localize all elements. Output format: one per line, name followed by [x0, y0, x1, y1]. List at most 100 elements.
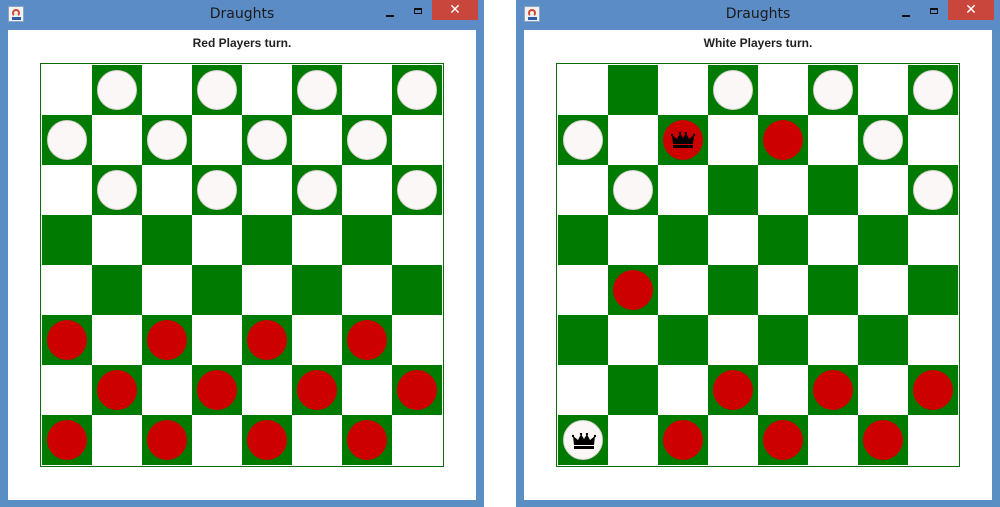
white-piece[interactable] — [97, 70, 137, 110]
board-square[interactable] — [392, 265, 442, 315]
board-square[interactable] — [42, 215, 92, 265]
board-square[interactable] — [242, 165, 292, 215]
white-piece[interactable] — [863, 120, 903, 160]
red-king-piece[interactable] — [663, 120, 703, 160]
title-bar[interactable]: Draughts ✕ — [0, 0, 484, 30]
white-piece[interactable] — [147, 120, 187, 160]
board-square[interactable] — [858, 215, 908, 265]
board-square[interactable] — [142, 415, 192, 465]
board-square[interactable] — [42, 265, 92, 315]
board-square[interactable] — [908, 215, 958, 265]
red-piece[interactable] — [763, 120, 803, 160]
board-square[interactable] — [192, 215, 242, 265]
board-square[interactable] — [558, 315, 608, 365]
red-piece[interactable] — [297, 370, 337, 410]
board-square[interactable] — [708, 65, 758, 115]
board-square[interactable] — [758, 365, 808, 415]
board-square[interactable] — [242, 265, 292, 315]
board-square[interactable] — [758, 265, 808, 315]
white-piece[interactable] — [913, 170, 953, 210]
board-square[interactable] — [342, 165, 392, 215]
board-square[interactable] — [708, 165, 758, 215]
board-square[interactable] — [608, 265, 658, 315]
board-square[interactable] — [808, 65, 858, 115]
board-square[interactable] — [558, 215, 608, 265]
board-square[interactable] — [142, 115, 192, 165]
board-square[interactable] — [192, 415, 242, 465]
red-piece[interactable] — [863, 420, 903, 460]
board-square[interactable] — [192, 165, 242, 215]
board-square[interactable] — [858, 365, 908, 415]
white-king-piece[interactable] — [563, 420, 603, 460]
board-square[interactable] — [292, 315, 342, 365]
red-piece[interactable] — [763, 420, 803, 460]
red-piece[interactable] — [347, 420, 387, 460]
board-square[interactable] — [142, 65, 192, 115]
white-piece[interactable] — [347, 120, 387, 160]
board-square[interactable] — [758, 165, 808, 215]
minimize-icon[interactable] — [894, 5, 918, 23]
minimize-icon[interactable] — [378, 5, 402, 23]
board-square[interactable] — [342, 315, 392, 365]
white-piece[interactable] — [247, 120, 287, 160]
white-piece[interactable] — [197, 170, 237, 210]
maximize-icon[interactable] — [406, 5, 430, 23]
board-square[interactable] — [42, 65, 92, 115]
board-square[interactable] — [242, 215, 292, 265]
board-square[interactable] — [342, 115, 392, 165]
board-square[interactable] — [342, 365, 392, 415]
board-square[interactable] — [192, 65, 242, 115]
board-square[interactable] — [392, 415, 442, 465]
white-piece[interactable] — [297, 70, 337, 110]
board-square[interactable] — [908, 65, 958, 115]
board-square[interactable] — [658, 65, 708, 115]
board-square[interactable] — [92, 115, 142, 165]
board-square[interactable] — [92, 165, 142, 215]
board-square[interactable] — [608, 65, 658, 115]
red-piece[interactable] — [97, 370, 137, 410]
white-piece[interactable] — [563, 120, 603, 160]
board-square[interactable] — [808, 365, 858, 415]
board-square[interactable] — [808, 415, 858, 465]
board-square[interactable] — [608, 115, 658, 165]
board-square[interactable] — [192, 115, 242, 165]
board-square[interactable] — [708, 265, 758, 315]
red-piece[interactable] — [663, 420, 703, 460]
board-square[interactable] — [658, 115, 708, 165]
board-square[interactable] — [92, 365, 142, 415]
board-square[interactable] — [908, 415, 958, 465]
board-square[interactable] — [658, 215, 708, 265]
board-square[interactable] — [292, 165, 342, 215]
board-square[interactable] — [808, 115, 858, 165]
board-square[interactable] — [392, 65, 442, 115]
board-square[interactable] — [808, 265, 858, 315]
red-piece[interactable] — [247, 420, 287, 460]
board-square[interactable] — [908, 315, 958, 365]
board-square[interactable] — [192, 365, 242, 415]
board-square[interactable] — [908, 115, 958, 165]
close-icon[interactable]: ✕ — [948, 0, 994, 20]
close-icon[interactable]: ✕ — [432, 0, 478, 20]
board-square[interactable] — [608, 365, 658, 415]
white-piece[interactable] — [47, 120, 87, 160]
board-square[interactable] — [558, 365, 608, 415]
board-square[interactable] — [558, 265, 608, 315]
board-square[interactable] — [808, 215, 858, 265]
white-piece[interactable] — [297, 170, 337, 210]
white-piece[interactable] — [813, 70, 853, 110]
board-square[interactable] — [608, 215, 658, 265]
board-square[interactable] — [42, 365, 92, 415]
red-piece[interactable] — [247, 320, 287, 360]
title-bar[interactable]: Draughts ✕ — [516, 0, 1000, 30]
board-square[interactable] — [42, 415, 92, 465]
maximize-icon[interactable] — [922, 5, 946, 23]
board-square[interactable] — [658, 365, 708, 415]
board-square[interactable] — [392, 365, 442, 415]
red-piece[interactable] — [397, 370, 437, 410]
board-square[interactable] — [92, 415, 142, 465]
board-square[interactable] — [92, 315, 142, 365]
board-square[interactable] — [858, 315, 908, 365]
white-piece[interactable] — [713, 70, 753, 110]
board-square[interactable] — [908, 365, 958, 415]
board-square[interactable] — [392, 115, 442, 165]
